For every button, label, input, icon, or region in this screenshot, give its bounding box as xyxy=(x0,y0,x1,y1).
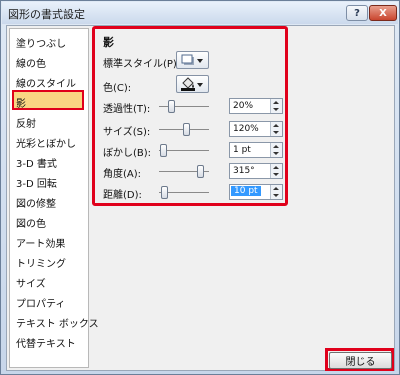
arrow-up-icon[interactable] xyxy=(273,124,279,127)
dialog-body: 塗りつぶし 線の色 線のスタイル 影 反射 光彩とぼかし 3-D 書式 3-D … xyxy=(6,25,395,371)
angle-spinner[interactable]: 315° xyxy=(229,163,283,179)
sidebar-item-line-color[interactable]: 線の色 xyxy=(16,55,46,70)
sidebar-item-crop[interactable]: トリミング xyxy=(16,255,66,270)
sidebar-item-picture-corrections[interactable]: 図の修整 xyxy=(16,195,56,210)
preset-dropdown[interactable] xyxy=(176,51,209,69)
sidebar-item-reflection[interactable]: 反射 xyxy=(16,115,36,130)
preset-label: 標準スタイル(P): xyxy=(103,59,181,70)
help-button[interactable]: ? xyxy=(346,5,368,21)
arrow-up-icon[interactable] xyxy=(273,187,279,190)
category-list: 塗りつぶし 線の色 線のスタイル 影 反射 光彩とぼかし 3-D 書式 3-D … xyxy=(9,28,99,368)
sidebar-item-picture-color[interactable]: 図の色 xyxy=(16,215,46,230)
sidebar-item-fill[interactable]: 塗りつぶし xyxy=(16,35,66,50)
sidebar-item-properties[interactable]: プロパティ xyxy=(16,295,65,310)
close-button[interactable]: 閉じる xyxy=(329,352,392,369)
sidebar-item-line-style[interactable]: 線のスタイル xyxy=(16,75,76,90)
sidebar-item-3d-format[interactable]: 3-D 書式 xyxy=(16,155,57,170)
transparency-spinner[interactable]: 20% xyxy=(229,98,283,114)
transparency-value[interactable]: 20% xyxy=(233,101,253,111)
spinner-arrows[interactable] xyxy=(270,143,282,157)
angle-label: 角度(A): xyxy=(103,169,142,180)
blur-spinner[interactable]: 1 pt xyxy=(229,142,283,158)
format-shape-dialog: 図形の書式設定 ? X 塗りつぶし 線の色 線のスタイル 影 反射 光彩とぼかし… xyxy=(0,0,400,375)
title-bar[interactable]: 図形の書式設定 ? X xyxy=(2,2,398,24)
angle-slider-thumb[interactable] xyxy=(196,165,204,178)
arrow-down-icon[interactable] xyxy=(273,152,279,155)
arrow-down-icon[interactable] xyxy=(273,194,279,197)
transparency-label: 透過性(T): xyxy=(103,104,151,115)
transparency-slider-track[interactable] xyxy=(159,106,209,107)
arrow-down-icon[interactable] xyxy=(273,131,279,134)
section-title: 影 xyxy=(103,36,114,49)
chevron-down-icon xyxy=(197,83,203,87)
distance-slider-thumb[interactable] xyxy=(161,186,169,199)
sidebar-item-3d-rotation[interactable]: 3-D 回転 xyxy=(16,175,57,190)
arrow-down-icon[interactable] xyxy=(273,108,279,111)
arrow-up-icon[interactable] xyxy=(273,166,279,169)
distance-label: 距離(D): xyxy=(103,190,142,201)
sidebar-item-text-box[interactable]: テキスト ボックス xyxy=(16,315,99,330)
blur-label: ぼかし(B): xyxy=(103,148,152,159)
blur-slider-thumb[interactable] xyxy=(159,144,167,157)
size-spinner[interactable]: 120% xyxy=(229,121,283,137)
size-slider-thumb[interactable] xyxy=(182,123,190,136)
shadow-preset-icon xyxy=(181,54,194,65)
arrow-down-icon[interactable] xyxy=(273,173,279,176)
sidebar-item-glow-soft-edges[interactable]: 光彩とぼかし xyxy=(16,135,76,150)
size-label: サイズ(S): xyxy=(103,127,151,138)
sidebar-item-size[interactable]: サイズ xyxy=(16,275,46,290)
spinner-arrows[interactable] xyxy=(270,164,282,178)
spinner-arrows[interactable] xyxy=(270,122,282,136)
color-dropdown[interactable] xyxy=(176,75,209,93)
arrow-up-icon[interactable] xyxy=(273,145,279,148)
spinner-arrows[interactable] xyxy=(270,185,282,199)
angle-value[interactable]: 315° xyxy=(233,166,255,176)
paint-bucket-icon xyxy=(181,77,195,91)
dialog-title: 図形の書式設定 xyxy=(8,8,85,21)
spinner-arrows[interactable] xyxy=(270,99,282,113)
sidebar-item-shadow[interactable]: 影 xyxy=(16,95,26,110)
sidebar-item-artistic-effects[interactable]: アート効果 xyxy=(16,235,65,250)
distance-value[interactable]: 10 pt xyxy=(231,186,261,196)
distance-spinner[interactable]: 10 pt xyxy=(229,184,283,200)
size-value[interactable]: 120% xyxy=(233,124,259,134)
transparency-slider-thumb[interactable] xyxy=(167,100,175,113)
color-label: 色(C): xyxy=(103,83,132,94)
arrow-up-icon[interactable] xyxy=(273,101,279,104)
sidebar-item-alt-text[interactable]: 代替テキスト xyxy=(16,335,76,350)
blur-value[interactable]: 1 pt xyxy=(233,145,251,155)
chevron-down-icon xyxy=(197,59,203,63)
window-close-button[interactable]: X xyxy=(369,5,397,21)
